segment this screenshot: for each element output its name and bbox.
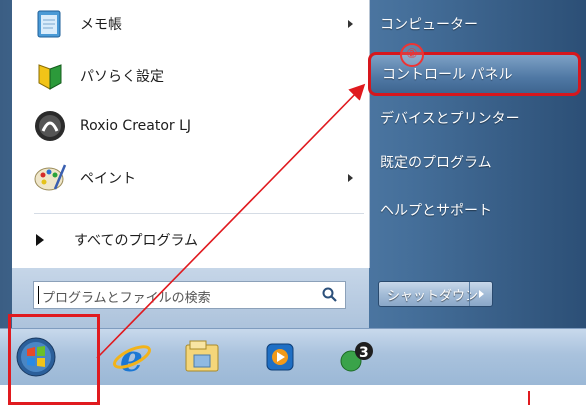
search-placeholder: プログラムとファイルの検索: [42, 291, 211, 306]
program-label: メモ帳: [80, 17, 122, 33]
chevron-right-icon: [348, 174, 353, 182]
menu-item-label: ヘルプとサポート: [380, 203, 492, 219]
menu-item-computer[interactable]: コンピューター: [380, 6, 478, 42]
program-item-paint[interactable]: ペイント: [22, 154, 367, 202]
internet-explorer-icon[interactable]: e: [110, 335, 154, 380]
menu-item-label: コンピューター: [380, 17, 478, 33]
divider: [34, 213, 364, 214]
all-programs-label: すべてのプログラム: [74, 233, 199, 249]
menu-item-label: デバイスとプリンター: [380, 111, 520, 127]
search-icon[interactable]: [321, 286, 339, 304]
program-item-roxio[interactable]: Roxio Creator LJ: [22, 102, 367, 150]
menu-item-label: コントロール パネル: [382, 67, 513, 83]
program-label: ペイント: [80, 171, 136, 187]
program-label: パソらく設定: [80, 69, 164, 85]
paint-palette-icon: [32, 160, 68, 196]
menu-item-default-programs[interactable]: 既定のプログラム: [380, 144, 492, 180]
start-button-highlight: [8, 314, 100, 405]
chevron-right-icon[interactable]: [479, 290, 484, 298]
program-item-pasoraku[interactable]: パソらく設定: [22, 52, 367, 100]
program-item-notepad[interactable]: メモ帳: [22, 0, 367, 48]
file-explorer-icon[interactable]: [180, 335, 224, 379]
all-programs-button[interactable]: すべてのプログラム: [30, 222, 360, 258]
start-menu-programs-panel: メモ帳 パソらく設定 Roxio Creator LJ ペイント すべてのプログ…: [12, 0, 370, 268]
shutdown-label: シャットダウン: [387, 288, 479, 304]
solitaire-icon[interactable]: 3: [336, 335, 380, 379]
triangle-right-icon: [36, 234, 44, 246]
media-player-icon[interactable]: [258, 335, 302, 379]
menu-item-devices-printers[interactable]: デバイスとプリンター: [380, 100, 520, 136]
menu-item-help-support[interactable]: ヘルプとサポート: [380, 192, 492, 228]
roxio-icon: [32, 108, 68, 144]
menu-item-label: 既定のプログラム: [380, 155, 492, 171]
step-number-badge: ②: [400, 43, 424, 67]
svg-text:3: 3: [359, 345, 369, 361]
divider: [469, 282, 470, 306]
annotation-mark: [528, 391, 530, 405]
chevron-right-icon: [348, 20, 353, 28]
svg-text:e: e: [120, 338, 143, 379]
shutdown-button[interactable]: シャットダウン: [378, 281, 493, 307]
search-input[interactable]: プログラムとファイルの検索: [33, 281, 346, 309]
notepad-icon: [32, 6, 68, 42]
program-label: Roxio Creator LJ: [80, 118, 192, 134]
text-caret: [38, 286, 39, 304]
shield-icon: [32, 58, 68, 94]
